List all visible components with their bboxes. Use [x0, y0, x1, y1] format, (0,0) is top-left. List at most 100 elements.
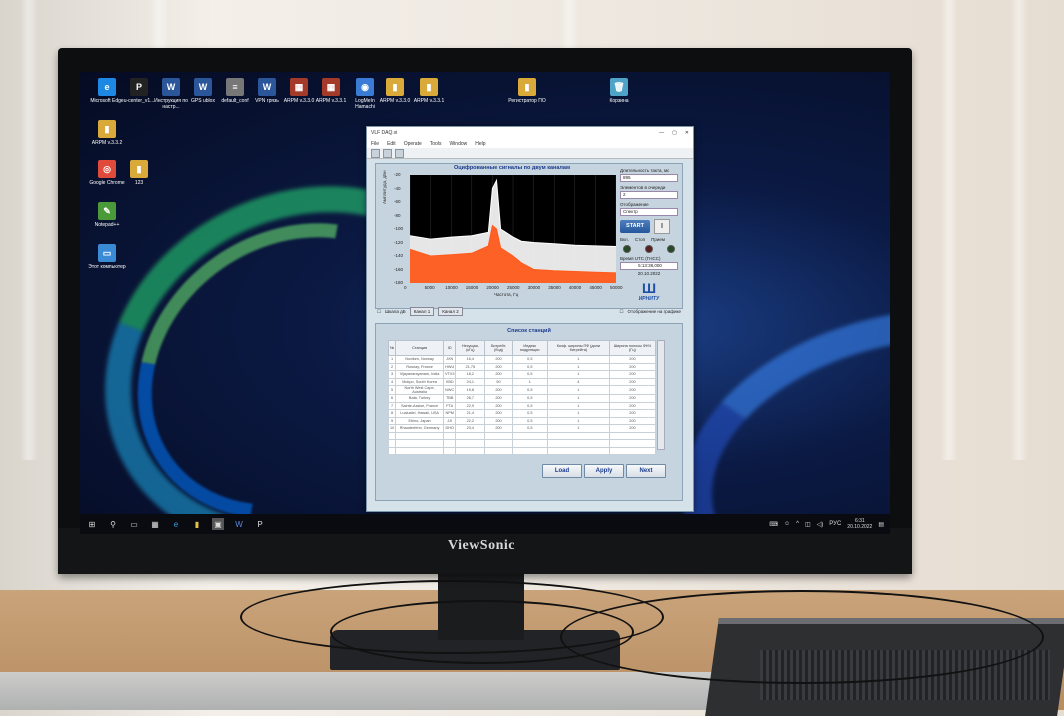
- apply-button[interactable]: Apply: [584, 464, 624, 478]
- table-header: Битрейт, (бод): [484, 340, 513, 356]
- table-cell: 200: [484, 370, 513, 379]
- table-cell: Rosnay, France: [395, 362, 444, 371]
- x-tick-label: 25000: [507, 285, 520, 290]
- desktop-icon[interactable]: ▦ ARPM v.3.3.1: [312, 78, 350, 104]
- utc-date: 20.10.2022: [637, 271, 661, 276]
- table-cell: 1: [546, 409, 610, 418]
- stations-title: Список станций: [507, 328, 551, 334]
- duration-field[interactable]: 895: [620, 174, 678, 182]
- people-icon[interactable]: ☺: [784, 521, 790, 527]
- menu-bar: File Edit Operate Tools Window Help: [367, 139, 693, 148]
- table-row-empty[interactable]: [387, 446, 657, 455]
- labview-icon[interactable]: ▣: [212, 518, 224, 530]
- desktop-icon-label: ARPM v.3.3.1: [413, 98, 445, 104]
- table-cell: 18,2: [455, 370, 486, 379]
- table-cell: [442, 439, 457, 448]
- table-row[interactable]: 4 Mokpo, South Korea XBD 24,1 50 1 4 200: [387, 377, 657, 386]
- table-cell: 6: [387, 394, 397, 403]
- table-cell: 200: [608, 355, 657, 364]
- table-cell: 200: [608, 401, 657, 410]
- channel1-chip[interactable]: Канал 1: [409, 307, 435, 316]
- spectrum-panel: Оцифрованные сигналы по двум каналам Амп…: [375, 163, 683, 309]
- menu-window[interactable]: Window: [449, 141, 467, 147]
- chevron-up-icon[interactable]: ^: [796, 521, 799, 527]
- table-cell: 200: [608, 362, 657, 371]
- channel2-chip[interactable]: Канал 2: [438, 307, 463, 316]
- table-row-empty[interactable]: [387, 439, 657, 448]
- word-icon[interactable]: W: [233, 518, 245, 530]
- table-cell: Noviken, Norway: [395, 355, 444, 364]
- desktop-icon[interactable]: ▮ ARPM v.3.3.0: [376, 78, 414, 104]
- run-icon[interactable]: [371, 148, 380, 158]
- minimize-icon[interactable]: —: [659, 130, 664, 136]
- run-continuous-icon[interactable]: [383, 148, 392, 158]
- app-icon: W: [258, 78, 276, 96]
- app-icon: e: [98, 78, 116, 96]
- desktop-icon[interactable]: ▭ Этот компьютер: [88, 244, 126, 270]
- close-icon[interactable]: ✕: [685, 130, 689, 136]
- maximize-icon[interactable]: ▢: [672, 130, 677, 136]
- app-icon: ▮: [420, 78, 438, 96]
- edge-icon[interactable]: e: [170, 518, 182, 530]
- desktop-icon[interactable]: 🗑 Корзина: [600, 78, 638, 104]
- y-tick-label: -60: [394, 199, 401, 204]
- table-row[interactable]: 6 Bafa, Turkey TBB 26,7 200 0,5 1 200: [387, 394, 657, 403]
- language-indicator[interactable]: РУС: [829, 521, 841, 527]
- window-titlebar[interactable]: VLF DAQ.vi — ▢ ✕: [367, 127, 693, 139]
- table-row[interactable]: 7 Sainte-Assise, France FTA 22,9 200 0,5 1 200: [387, 401, 657, 410]
- menu-help[interactable]: Help: [475, 141, 485, 147]
- table-row[interactable]: 8 Lualualei, Hawaii, USA NPM 21,4 200 0,5 1 200: [387, 409, 657, 418]
- widgets-icon[interactable]: ▦: [149, 518, 161, 530]
- load-button[interactable]: Load: [542, 464, 582, 478]
- menu-edit[interactable]: Edit: [387, 141, 396, 147]
- table-row[interactable]: 3 Vijayanarayanam, India VTX3 18,2 200 0,5 1 20…: [387, 370, 657, 379]
- plastic-wrap: [0, 672, 760, 710]
- table-scrollbar[interactable]: [657, 340, 665, 450]
- table-cell: 3: [387, 370, 397, 379]
- table-row-empty[interactable]: [387, 431, 657, 440]
- table-row[interactable]: 1 Noviken, Norway JXN 16,4 200 0,5 1 200: [387, 355, 657, 364]
- search-icon[interactable]: ⚲: [107, 518, 119, 530]
- table-row[interactable]: 9 Ebino, Japan JJI 22,2 200 0,5 1 200: [387, 416, 657, 425]
- table-cell: Lualualei, Hawaii, USA: [395, 409, 444, 418]
- cable: [560, 590, 1044, 684]
- table-cell: 19,8: [455, 385, 486, 395]
- desktop-icon[interactable]: ▮ 123: [120, 160, 158, 186]
- db-scale-checkbox[interactable]: ☐: [377, 309, 381, 315]
- abort-icon[interactable]: [395, 148, 404, 158]
- pause-button[interactable]: ||: [654, 219, 670, 234]
- table-cell: 200: [608, 377, 657, 386]
- start-button[interactable]: START: [620, 220, 650, 233]
- keyboard-icon[interactable]: ⌨: [769, 521, 778, 528]
- desktop-icon[interactable]: ▮ Регистратор ПО: [508, 78, 546, 104]
- table-cell: 24,1: [455, 377, 486, 386]
- network-icon[interactable]: ◫: [805, 521, 811, 528]
- file-explorer-icon[interactable]: ▮: [191, 518, 203, 530]
- task-view-icon[interactable]: ▭: [128, 518, 140, 530]
- desktop-icon[interactable]: ▮ ARPM v.3.3.1: [410, 78, 448, 104]
- display-on-plot-checkbox[interactable]: ☐: [619, 309, 623, 315]
- table-row[interactable]: 10 Rhauderfehn, Germany DHO 23,4 200 0,5 1 200: [387, 424, 657, 433]
- volume-icon[interactable]: ◁): [817, 521, 824, 528]
- table-row[interactable]: 2 Rosnay, France HWU 21,75 200 0,5 1 200: [387, 362, 657, 371]
- clock[interactable]: 6:31 20.10.2022: [847, 518, 872, 530]
- ucenter-icon[interactable]: P: [254, 518, 266, 530]
- toolbar: [367, 148, 693, 159]
- table-row[interactable]: 5 North West Cape, Australia NWC 19,8 200 0,5…: [387, 385, 657, 395]
- menu-operate[interactable]: Operate: [404, 141, 422, 147]
- notifications-icon[interactable]: ▤: [878, 521, 884, 528]
- desktop-icon[interactable]: ▮ ARPM v.3.3.2: [88, 120, 126, 146]
- table-cell: 200: [484, 409, 513, 418]
- next-button[interactable]: Next: [626, 464, 666, 478]
- menu-tools[interactable]: Tools: [430, 141, 442, 147]
- spectrum-plot: [409, 175, 617, 283]
- desktop-icon-label: Регистратор ПО: [508, 98, 546, 104]
- start-menu-icon[interactable]: ⊞: [86, 518, 98, 530]
- menu-file[interactable]: File: [371, 141, 379, 147]
- table-cell: HWU: [442, 362, 457, 371]
- table-cell: [608, 439, 657, 448]
- desktop-icon[interactable]: ✎ Notepad++: [88, 202, 126, 228]
- table-cell: 22,9: [455, 401, 486, 410]
- table-cell: 0,5: [511, 416, 548, 425]
- display-select[interactable]: Спектр: [620, 208, 678, 216]
